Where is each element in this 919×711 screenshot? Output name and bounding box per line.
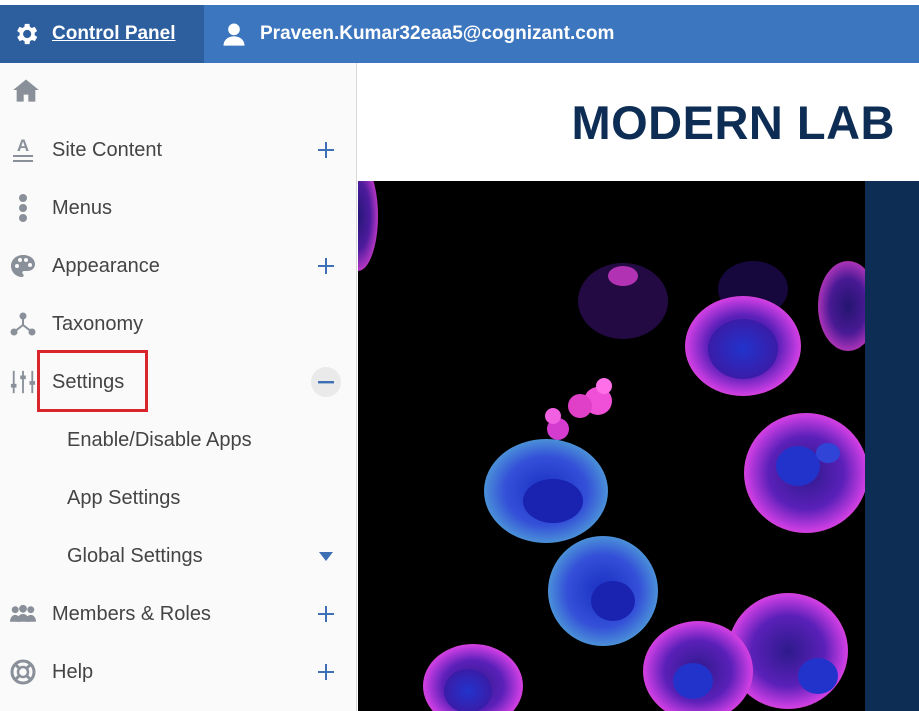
admin-toolbar: Control Panel Praveen.Kumar32eaa5@cogniz… xyxy=(0,5,919,63)
sidebar-subitem-global-settings[interactable]: Global Settings xyxy=(0,527,357,585)
sidebar-subitem-label: Global Settings xyxy=(67,544,203,567)
sidebar-item-label: Site Content xyxy=(52,138,163,161)
sidebar-item-label: Help xyxy=(52,660,94,683)
sidebar-item-members-roles[interactable]: Members & Roles xyxy=(0,585,357,643)
sidebar-item-label: Taxonomy xyxy=(52,312,144,335)
user-email[interactable]: Praveen.Kumar32eaa5@cognizant.com xyxy=(260,23,614,45)
sidebar-subitem-label: App Settings xyxy=(67,486,181,509)
help-icon xyxy=(10,659,36,685)
menus-icon xyxy=(10,194,36,222)
gear-icon xyxy=(17,23,38,45)
sidebar-item-label: Appearance xyxy=(52,254,160,277)
sidebar-subitem-enable-disable-apps[interactable]: Enable/Disable Apps xyxy=(0,411,357,469)
sliders-icon xyxy=(10,369,36,395)
control-panel-link[interactable]: Control Panel xyxy=(52,23,176,45)
members-icon xyxy=(10,601,36,627)
site-main: MODERN LAB xyxy=(358,63,919,711)
user-menu[interactable]: Praveen.Kumar32eaa5@cognizant.com xyxy=(204,20,614,48)
sidebar-subitem-label: Enable/Disable Apps xyxy=(67,428,252,451)
caret-down-icon[interactable] xyxy=(311,541,341,571)
collapse-minus-icon[interactable] xyxy=(311,367,341,397)
sidebar-item-label: Menus xyxy=(52,196,113,219)
settings-highlight-box xyxy=(37,350,148,412)
sidebar-item-help[interactable]: Help xyxy=(0,643,357,701)
svg-text:A: A xyxy=(17,137,29,155)
user-icon xyxy=(223,23,245,46)
palette-icon xyxy=(10,253,36,279)
site-content-icon: A xyxy=(10,137,36,163)
expand-plus-icon[interactable] xyxy=(311,657,341,687)
expand-plus-icon[interactable] xyxy=(311,251,341,281)
sidebar-subitem-app-settings[interactable]: App Settings xyxy=(0,469,357,527)
expand-plus-icon[interactable] xyxy=(311,599,341,629)
taxonomy-icon xyxy=(10,311,36,337)
sidebar-item-menus[interactable]: Menus xyxy=(0,179,357,237)
site-title[interactable]: MODERN LAB xyxy=(571,95,895,150)
hero-side-strip xyxy=(865,181,919,711)
home-icon[interactable] xyxy=(12,77,40,103)
admin-sidebar: A Site Content Menus Appearance Taxonomy… xyxy=(0,63,357,711)
control-panel-toggle[interactable]: Control Panel xyxy=(0,5,204,63)
sidebar-item-appearance[interactable]: Appearance xyxy=(0,237,357,295)
expand-plus-icon[interactable] xyxy=(311,135,341,165)
hero-image xyxy=(358,181,865,711)
sidebar-item-taxonomy[interactable]: Taxonomy xyxy=(0,295,357,353)
sidebar-item-label: Members & Roles xyxy=(52,602,211,625)
sidebar-item-site-content[interactable]: A Site Content xyxy=(0,121,357,179)
